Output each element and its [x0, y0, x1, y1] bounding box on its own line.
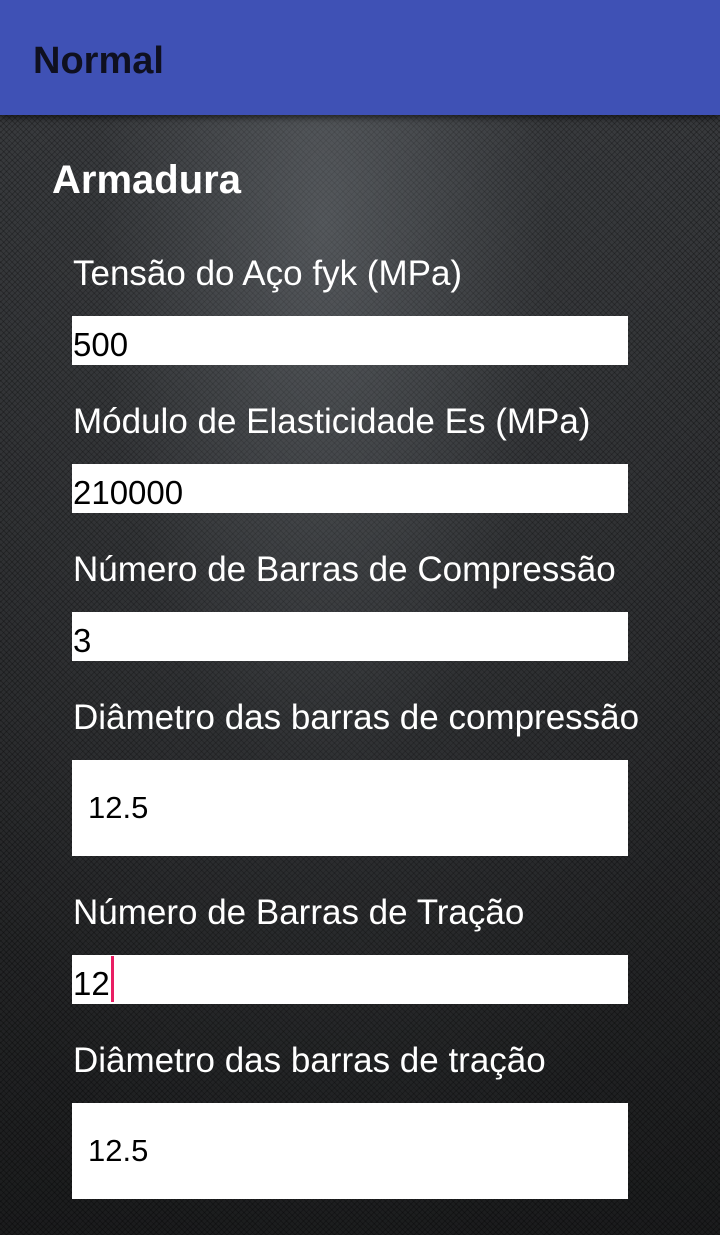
- tension-bar-diameter-input[interactable]: 12.5: [72, 1103, 628, 1199]
- compression-bar-diameter-input[interactable]: 12.5: [72, 760, 628, 856]
- compression-bars-count-label: Número de Barras de Compressão: [73, 550, 616, 589]
- es-input-value: 210000: [73, 474, 184, 511]
- tension-bars-count-input[interactable]: 12: [72, 955, 628, 1004]
- section-title: Armadura: [52, 158, 241, 202]
- compression-bar-diameter-value: 12.5: [88, 790, 149, 825]
- fyk-input[interactable]: 500: [72, 316, 628, 365]
- compression-bar-diameter-label: Diâmetro das barras de compressão: [73, 698, 640, 737]
- text-cursor: [110, 956, 114, 1002]
- tension-bar-diameter-label: Diâmetro das barras de tração: [73, 1041, 546, 1080]
- tension-bars-count-label: Número de Barras de Tração: [73, 893, 525, 932]
- app-bar: Normal: [0, 0, 720, 115]
- compression-bars-count-value: 3: [73, 622, 92, 659]
- es-input[interactable]: 210000: [72, 464, 628, 513]
- tension-bars-count-value: 12: [73, 965, 110, 1002]
- es-label: Módulo de Elasticidade Es (MPa): [73, 402, 591, 441]
- fyk-label: Tensão do Aço fyk (MPa): [73, 254, 463, 293]
- tension-bar-diameter-value: 12.5: [88, 1133, 149, 1168]
- app-bar-title: Normal: [33, 40, 164, 82]
- compression-bars-count-input[interactable]: 3: [72, 612, 628, 661]
- fyk-input-value: 500: [73, 326, 129, 363]
